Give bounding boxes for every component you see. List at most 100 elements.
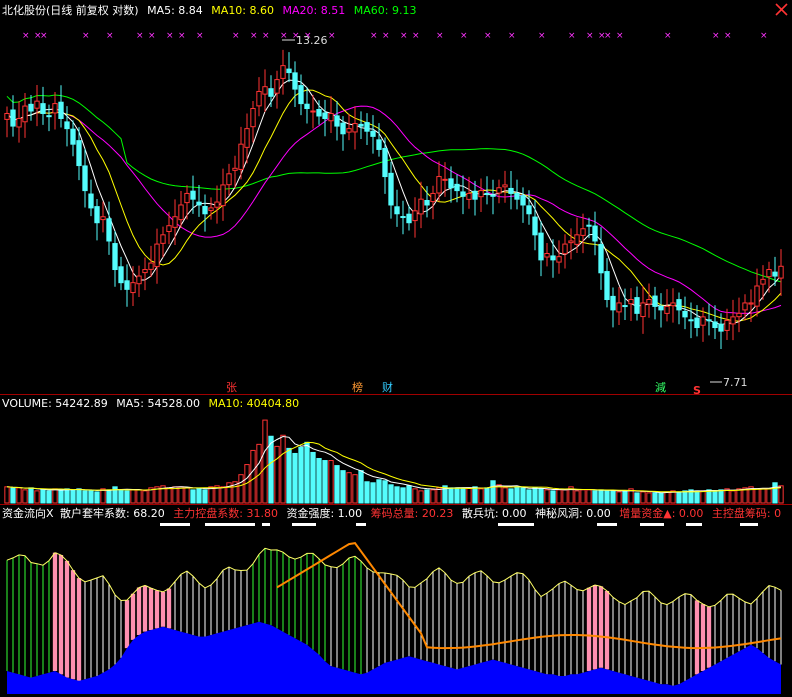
indicator-header: 资金流向X 散户套牢系数: 68.20 主力控盘系数: 31.80 资金强度: … — [2, 507, 786, 521]
indicator-item: 主力控盘系数: 31.80 — [173, 507, 278, 520]
volume-ma5-legend: MA5: 54528.00 — [116, 397, 200, 410]
candle-body — [172, 216, 178, 228]
candle-body — [82, 165, 88, 192]
volume-bar — [718, 489, 724, 504]
volume-bar — [340, 470, 346, 504]
volume-bar — [130, 489, 136, 504]
volume-bar — [490, 480, 496, 504]
price-header: 北化股份(日线 前复权 对数) MA5: 8.84 MA10: 8.60 MA2… — [2, 4, 421, 18]
volume-bar — [34, 490, 40, 504]
candle-body — [718, 323, 724, 332]
signal-mark: × — [370, 31, 378, 41]
candle-body — [274, 79, 280, 94]
candle-body — [436, 176, 442, 194]
signal-mark: × — [328, 31, 336, 41]
candle-body — [664, 305, 670, 314]
volume-bar — [322, 460, 328, 504]
stock-chart[interactable]: × ×× × × × × × × × × × × × × × × × × × × × × × × × × × ×× × × × × × 13.2… — [0, 0, 792, 697]
volume-bar — [94, 491, 100, 504]
candle-body — [466, 192, 472, 200]
volume-bar — [82, 490, 88, 504]
event-marker-zhang[interactable]: 张 — [226, 381, 237, 394]
candle-body — [478, 190, 484, 198]
signal-mark: × — [148, 31, 156, 41]
candle-body — [394, 206, 400, 215]
candle-body — [598, 243, 604, 274]
event-marker-s[interactable]: S — [693, 384, 701, 397]
volume-bar — [544, 489, 550, 504]
ma5-legend: MA5: 8.84 — [147, 4, 203, 17]
event-marker-jian[interactable]: 減 — [655, 380, 666, 394]
volume-bar — [412, 488, 418, 504]
signal-mark: × — [22, 31, 30, 41]
signal-mark: × — [760, 31, 768, 41]
volume-bar — [574, 490, 580, 504]
candle-body — [160, 234, 166, 244]
candle-body — [310, 110, 316, 113]
volume-bar — [376, 479, 382, 504]
volume-bar — [106, 489, 112, 504]
volume-bar — [352, 474, 358, 504]
close-icon[interactable] — [775, 3, 788, 16]
volume-bar — [550, 490, 556, 504]
candle-body — [418, 198, 424, 215]
indicator-item: 筹码总量: 20.23 — [370, 507, 454, 520]
event-marker-bang[interactable]: 榜 — [352, 380, 363, 394]
candle-body — [406, 213, 412, 224]
volume-bar — [448, 487, 454, 504]
candle-body — [142, 269, 148, 274]
volume-bar — [736, 488, 742, 504]
volume-bar — [496, 484, 502, 504]
candle-body — [238, 143, 244, 170]
stock-title: 北化股份(日线 前复权 对数) — [2, 4, 139, 17]
candle-body — [682, 310, 688, 318]
candle-body — [568, 240, 574, 244]
candle-body — [214, 201, 220, 208]
volume-bar — [508, 488, 514, 504]
candle-body — [448, 178, 454, 189]
volume-header: VOLUME: 54242.89 MA5: 54528.00 MA10: 404… — [2, 397, 304, 411]
volume-bar — [382, 480, 388, 504]
candle-body — [442, 178, 448, 181]
candle-body — [616, 302, 622, 313]
volume-bar — [274, 445, 280, 504]
indicator-signal-dash — [356, 523, 366, 526]
event-marker-cai[interactable]: 财 — [382, 380, 393, 394]
signal-mark: × — [484, 31, 492, 41]
volume-bar — [592, 490, 598, 504]
candle-body — [352, 123, 358, 133]
volume-bar — [304, 441, 310, 504]
candle-body — [226, 173, 232, 186]
candle-body — [634, 297, 640, 314]
indicator-signal-dash — [686, 523, 702, 526]
volume-bar — [328, 460, 334, 504]
candle-body — [688, 319, 694, 322]
high-label: 13.26 — [296, 34, 328, 47]
candle-body — [586, 224, 592, 227]
signal-mark: × — [412, 31, 420, 41]
volume-bar — [640, 491, 646, 504]
candle-body — [64, 121, 70, 130]
candle-body — [532, 216, 538, 236]
candle-body — [760, 278, 766, 285]
candle-body — [76, 140, 82, 167]
ma5-line-group — [6, 79, 782, 326]
candle-body — [484, 192, 490, 195]
signal-mark: × — [664, 31, 672, 41]
volume-bar — [364, 481, 370, 504]
signal-mark: × — [382, 31, 390, 41]
volume-bar — [268, 435, 274, 504]
candle-body — [550, 255, 556, 261]
volume-bar — [556, 489, 562, 504]
volume-bar — [460, 488, 466, 504]
candle-body — [16, 117, 22, 128]
indicator-name[interactable]: 资金流向X — [2, 507, 54, 520]
volume-bar — [604, 490, 610, 504]
volume-bar — [334, 465, 340, 504]
candle-body — [184, 192, 190, 204]
candle-body — [778, 265, 784, 279]
candle-body — [298, 85, 304, 105]
volume-bar — [598, 489, 604, 504]
volume-bar — [280, 434, 286, 504]
signal-mark: × — [178, 31, 186, 41]
